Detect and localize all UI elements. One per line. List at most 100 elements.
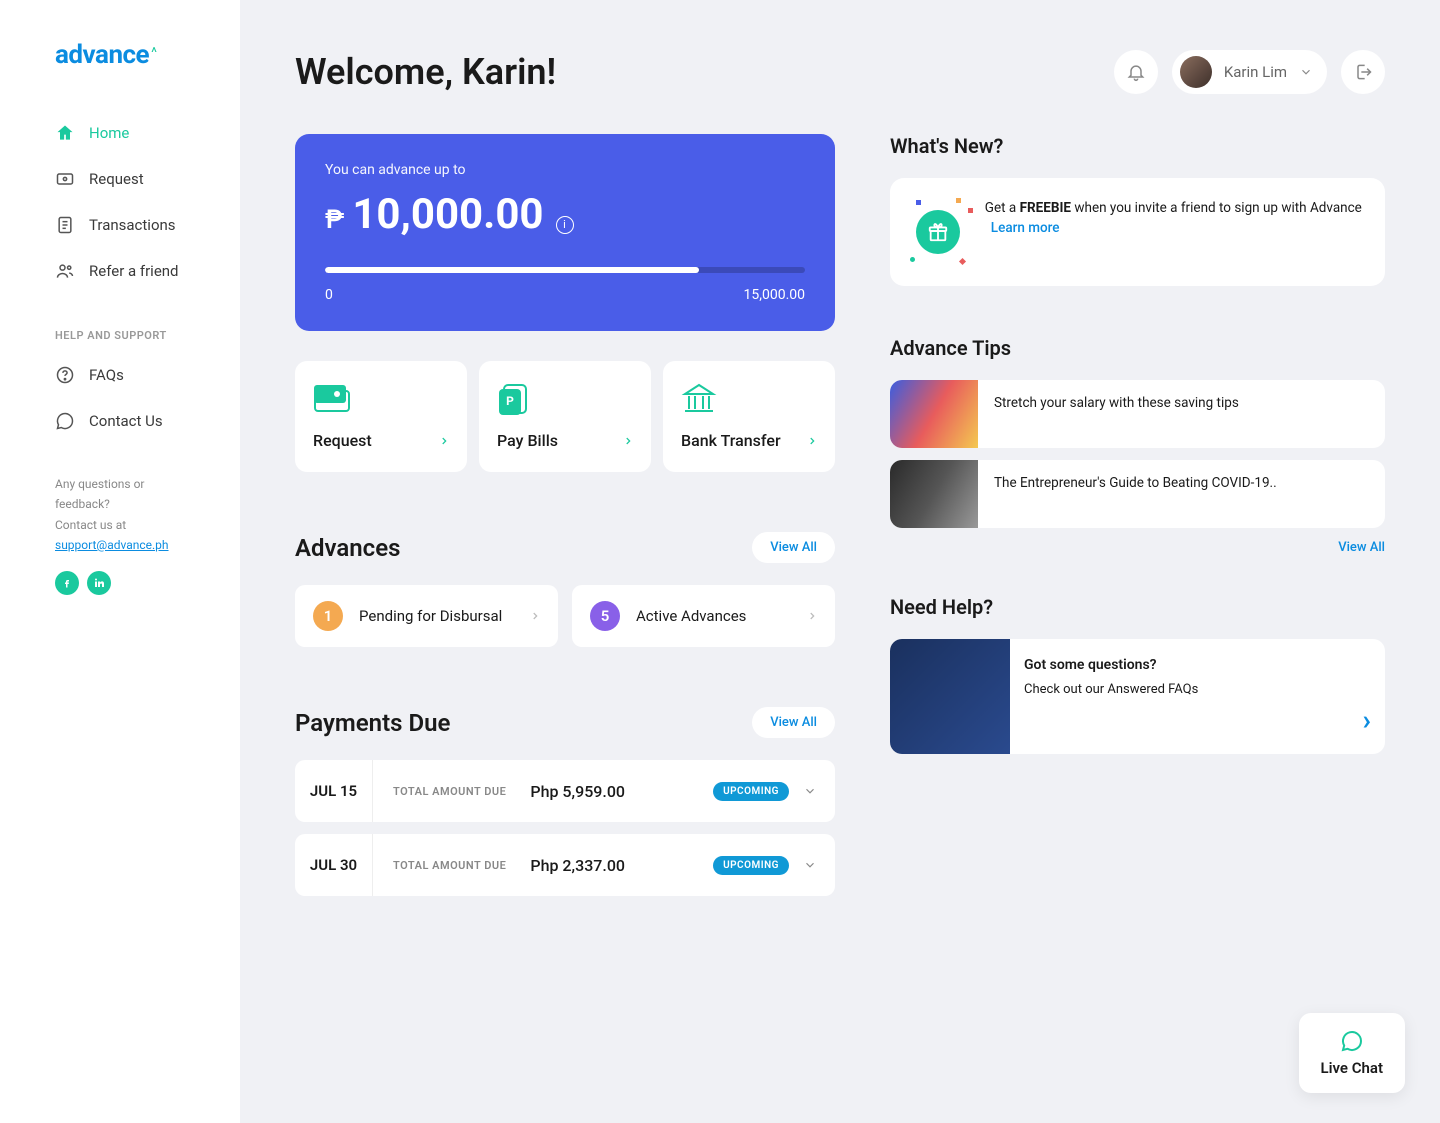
- live-chat-widget[interactable]: Live Chat: [1299, 1013, 1406, 1093]
- bell-icon: [1126, 62, 1146, 82]
- chevron-right-icon: [807, 434, 817, 448]
- main-nav: Home Request Transactions Refer a friend: [0, 110, 240, 294]
- request-icon: [55, 169, 75, 189]
- action-bank-transfer[interactable]: Bank Transfer: [663, 361, 835, 472]
- nav-item-faqs[interactable]: FAQs: [30, 352, 210, 398]
- arrow-right-icon: ›: [1363, 703, 1371, 736]
- freebie-text: Get a FREEBIE when you invite a friend t…: [985, 198, 1365, 266]
- gift-icon: [910, 198, 967, 266]
- wallet-icon: [313, 383, 353, 413]
- action-request[interactable]: Request: [295, 361, 467, 472]
- nav-item-request[interactable]: Request: [30, 156, 210, 202]
- payment-date: JUL 30: [295, 834, 373, 896]
- faqs-icon: [55, 365, 75, 385]
- linkedin-icon[interactable]: [87, 571, 111, 595]
- bills-icon: P: [497, 383, 537, 413]
- range-min: 0: [325, 287, 333, 303]
- help-thumbnail: [890, 639, 1010, 754]
- status-badge: UPCOMING: [713, 782, 789, 801]
- info-icon[interactable]: i: [556, 216, 574, 234]
- whats-new-card: Get a FREEBIE when you invite a friend t…: [890, 178, 1385, 286]
- social-links: [0, 556, 240, 610]
- nav-item-contact[interactable]: Contact Us: [30, 398, 210, 444]
- main-content: Welcome, Karin! Karin Lim You can advanc…: [240, 0, 1440, 936]
- tips-view-all[interactable]: View All: [890, 540, 1385, 555]
- user-menu[interactable]: Karin Lim: [1172, 50, 1327, 94]
- support-email-link[interactable]: support@advance.ph: [55, 538, 169, 552]
- brand-name: advance: [55, 40, 149, 70]
- footer-line: Any questions or feedback?: [55, 474, 185, 515]
- home-icon: [55, 123, 75, 143]
- refer-icon: [55, 261, 75, 281]
- advance-amount: 10,000.00: [352, 190, 543, 239]
- learn-more-link[interactable]: Learn more: [991, 220, 1060, 236]
- header-actions: Karin Lim: [1114, 50, 1385, 94]
- tip-text: The Entrepreneur's Guide to Beating COVI…: [978, 460, 1293, 528]
- chevron-right-icon: [530, 609, 540, 623]
- chevron-down-icon: [1299, 65, 1313, 79]
- nav-label: Refer a friend: [89, 262, 179, 280]
- due-label: TOTAL AMOUNT DUE: [393, 785, 506, 798]
- user-name: Karin Lim: [1224, 63, 1287, 81]
- chevron-down-icon: [803, 784, 817, 798]
- payment-amount: Php 5,959.00: [530, 782, 625, 801]
- nav-label: Transactions: [89, 216, 176, 234]
- nav-item-refer[interactable]: Refer a friend: [30, 248, 210, 294]
- advances-view-all[interactable]: View All: [752, 532, 835, 563]
- currency-symbol: ₱: [325, 205, 344, 235]
- facebook-icon[interactable]: [55, 571, 79, 595]
- chat-icon: [1340, 1029, 1364, 1053]
- payments-title: Payments Due: [295, 709, 450, 737]
- help-nav: FAQs Contact Us: [0, 352, 240, 444]
- quick-actions: Request P Pay Bills: [295, 361, 835, 472]
- chevron-right-icon: [623, 434, 633, 448]
- action-label: Pay Bills: [497, 431, 558, 450]
- tip-card[interactable]: Stretch your salary with these saving ti…: [890, 380, 1385, 448]
- payments-list: JUL 15 TOTAL AMOUNT DUE Php 5,959.00 UPC…: [295, 760, 835, 896]
- brand-logo[interactable]: advance^: [0, 40, 240, 110]
- sidebar: advance^ Home Request Transactions Refer…: [0, 0, 240, 1123]
- chevron-right-icon: [807, 609, 817, 623]
- advances-title: Advances: [295, 534, 400, 562]
- chip-count: 5: [590, 601, 620, 631]
- chip-count: 1: [313, 601, 343, 631]
- payment-row[interactable]: JUL 30 TOTAL AMOUNT DUE Php 2,337.00 UPC…: [295, 834, 835, 896]
- chip-label: Pending for Disbursal: [359, 607, 514, 625]
- help-card[interactable]: Got some questions? Check out our Answer…: [890, 639, 1385, 754]
- page-header: Welcome, Karin! Karin Lim: [295, 50, 1385, 94]
- payment-amount: Php 2,337.00: [530, 856, 625, 875]
- svg-text:P: P: [506, 394, 514, 408]
- chip-active[interactable]: 5 Active Advances: [572, 585, 835, 647]
- chip-pending[interactable]: 1 Pending for Disbursal: [295, 585, 558, 647]
- nav-item-transactions[interactable]: Transactions: [30, 202, 210, 248]
- due-label: TOTAL AMOUNT DUE: [393, 859, 506, 872]
- tips-title: Advance Tips: [890, 336, 1385, 360]
- action-label: Request: [313, 431, 372, 450]
- status-badge: UPCOMING: [713, 856, 789, 875]
- nav-label: Home: [89, 124, 129, 142]
- payment-date: JUL 15: [295, 760, 373, 822]
- nav-label: Contact Us: [89, 412, 163, 430]
- action-pay-bills[interactable]: P Pay Bills: [479, 361, 651, 472]
- logout-button[interactable]: [1341, 50, 1385, 94]
- tip-thumbnail: [890, 380, 978, 448]
- footer-text: Any questions or feedback? Contact us at…: [0, 444, 240, 556]
- payment-row[interactable]: JUL 15 TOTAL AMOUNT DUE Php 5,959.00 UPC…: [295, 760, 835, 822]
- tip-card[interactable]: The Entrepreneur's Guide to Beating COVI…: [890, 460, 1385, 528]
- page-title: Welcome, Karin!: [295, 51, 556, 93]
- footer-line: Contact us at: [55, 515, 185, 535]
- nav-item-home[interactable]: Home: [30, 110, 210, 156]
- action-label: Bank Transfer: [681, 431, 781, 450]
- chip-label: Active Advances: [636, 607, 791, 625]
- hero-label: You can advance up to: [325, 162, 805, 178]
- whats-new-title: What's New?: [890, 134, 1385, 158]
- limit-progress-fill: [325, 267, 699, 273]
- notifications-button[interactable]: [1114, 50, 1158, 94]
- payments-view-all[interactable]: View All: [752, 707, 835, 738]
- help-section-title: HELP AND SUPPORT: [0, 294, 240, 352]
- bank-icon: [681, 383, 721, 413]
- contact-icon: [55, 411, 75, 431]
- range-max: 15,000.00: [743, 287, 805, 303]
- avatar: [1180, 56, 1212, 88]
- transactions-icon: [55, 215, 75, 235]
